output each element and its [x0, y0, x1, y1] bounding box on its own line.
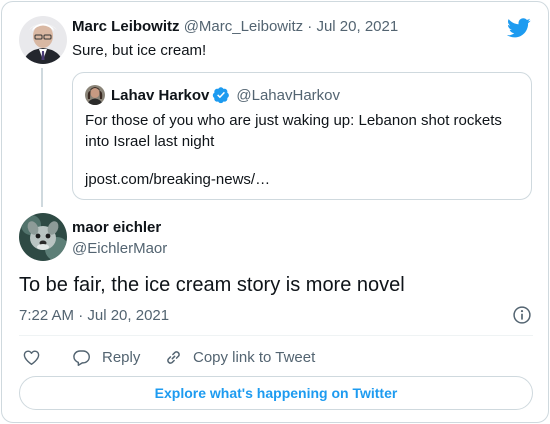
reply-label: Reply [102, 348, 141, 366]
parent-author-avatar[interactable] [19, 16, 67, 64]
parent-tweet-meta[interactable]: @Marc_Leibowitz · Jul 20, 2021 [184, 18, 399, 35]
reply-tweet-timestamp[interactable]: 7:22 AM · Jul 20, 2021 [19, 307, 169, 324]
thread-connector-line [41, 68, 43, 207]
reply-author-name[interactable]: maor eichler [72, 219, 161, 236]
actions-divider [19, 335, 533, 336]
reply-button[interactable]: Reply [72, 346, 140, 368]
copy-link-label: Copy link to Tweet [193, 348, 316, 366]
heart-icon [23, 349, 40, 365]
parent-tweet-text: Sure, but ice cream! [72, 42, 207, 59]
verified-badge-icon [213, 87, 230, 104]
parent-tweet-header: Marc Leibowitz @Marc_Leibowitz · Jul 20,… [72, 18, 398, 35]
reply-author-avatar[interactable] [19, 213, 67, 261]
like-button[interactable] [22, 346, 41, 368]
link-icon [167, 350, 180, 364]
quoted-tweet[interactable]: Lahav Harkov @LahavHarkov For those of y… [72, 72, 532, 200]
info-icon[interactable] [512, 305, 532, 325]
reply-author-handle[interactable]: @EichlerMaor [72, 240, 167, 257]
twitter-bird-icon[interactable] [507, 16, 531, 40]
reply-tweet-text: To be fair, the ice cream story is more … [19, 274, 405, 296]
quoted-author-handle: @LahavHarkov [236, 86, 340, 104]
quoted-author-name: Lahav Harkov [111, 86, 210, 104]
quoted-tweet-header: Lahav Harkov @LahavHarkov [111, 86, 340, 104]
explore-twitter-button[interactable]: Explore what's happening on Twitter [19, 376, 533, 410]
quoted-tweet-text: For those of you who are just waking up:… [85, 112, 502, 150]
embedded-tweet-card: Marc Leibowitz @Marc_Leibowitz · Jul 20,… [1, 1, 549, 423]
copy-link-button[interactable]: Copy link to Tweet [164, 346, 315, 368]
quoted-author-avatar [85, 85, 105, 105]
speech-bubble-icon [73, 349, 90, 366]
quoted-tweet-link[interactable]: jpost.com/breaking-news/… [85, 171, 270, 188]
parent-author-name[interactable]: Marc Leibowitz [72, 18, 180, 35]
